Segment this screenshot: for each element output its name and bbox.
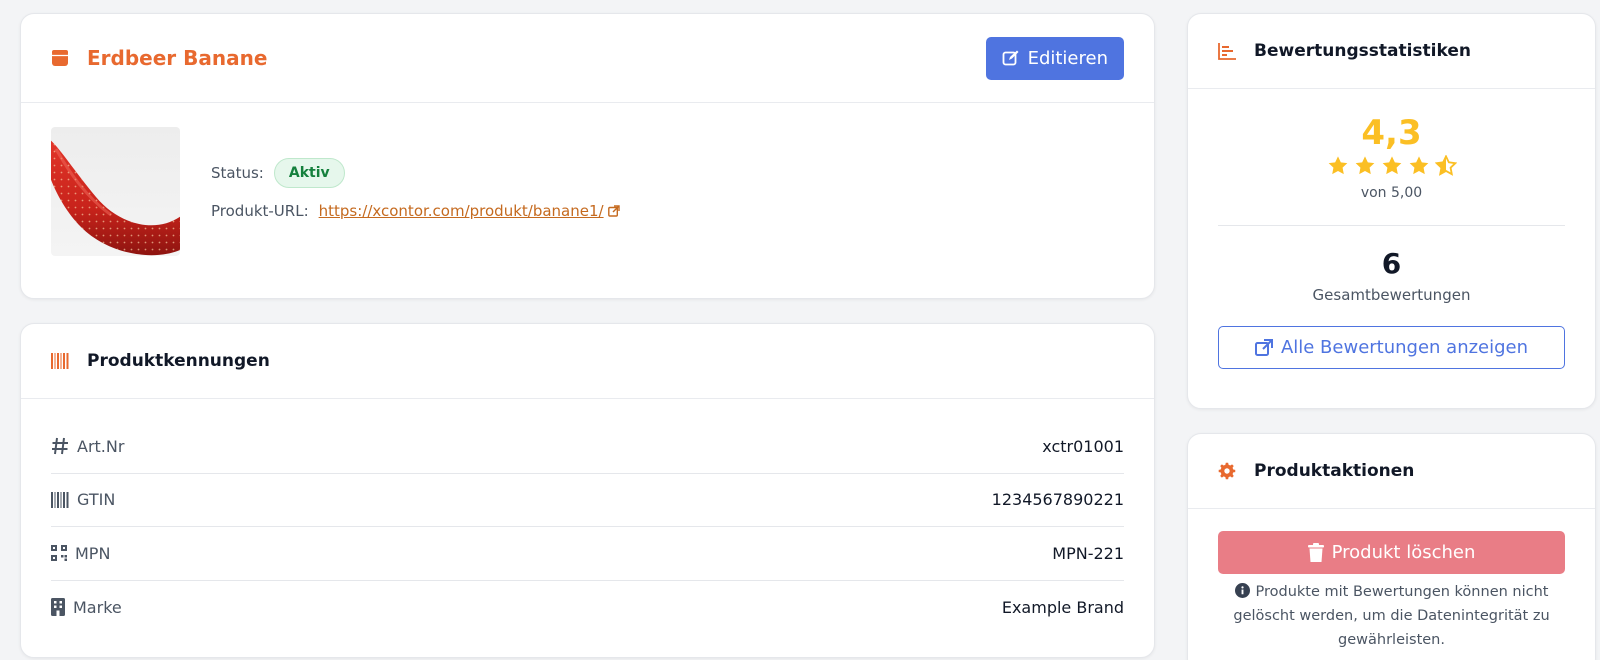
edit-button-label: Editieren <box>1027 47 1108 69</box>
identifiers-card-header: Produktkennungen <box>21 324 1154 399</box>
delete-hint: Produkte mit Bewertungen können nicht ge… <box>1218 580 1565 652</box>
hash-icon <box>51 437 69 455</box>
rating-stats-card: Bewertungsstatistiken 4,3 von 5,00 6 Ges… <box>1187 13 1596 409</box>
product-card-header: Erdbeer Banane Editieren <box>21 14 1154 103</box>
info-icon <box>1234 583 1250 598</box>
edit-button[interactable]: Editieren <box>985 36 1124 80</box>
status-row: Status: Aktiv <box>211 156 620 190</box>
identifier-label-wrap: GTIN <box>51 490 115 509</box>
total-reviews-count: 6 <box>1381 247 1402 280</box>
product-actions-card: Produktaktionen Produkt löschen Produkte… <box>1187 433 1596 660</box>
star-half-icon <box>1434 155 1457 177</box>
product-url-link[interactable]: https://xcontor.com/produkt/banane1/ <box>319 202 620 220</box>
identifier-row-artnr: Art.Nr xctr01001 <box>51 420 1124 474</box>
delete-hint-text: Produkte mit Bewertungen können nicht ge… <box>1233 584 1550 648</box>
identifiers-title: Produktkennungen <box>87 351 270 371</box>
star-icon <box>1408 155 1430 177</box>
identifiers-list: Art.Nr xctr01001 GTIN 1234567890221 MPN … <box>21 399 1154 634</box>
stats-divider <box>1218 225 1565 226</box>
chart-bar-icon <box>1218 42 1236 60</box>
rating-stats-title: Bewertungsstatistiken <box>1254 41 1471 61</box>
status-badge: Aktiv <box>273 158 345 188</box>
identifier-label: Marke <box>73 597 122 617</box>
edit-icon <box>1002 49 1020 67</box>
rating-stats-header: Bewertungsstatistiken <box>1188 14 1595 89</box>
external-link-icon <box>607 205 620 217</box>
view-all-reviews-button[interactable]: Alle Bewertungen anzeigen <box>1218 326 1565 369</box>
delete-product-button[interactable]: Produkt löschen <box>1218 531 1565 574</box>
product-title-wrap: Erdbeer Banane <box>51 46 267 70</box>
identifier-label: Art.Nr <box>77 436 125 456</box>
identifier-label-wrap: MPN <box>51 544 110 563</box>
identifiers-card: Produktkennungen Art.Nr xctr01001 GTIN 1… <box>20 323 1155 658</box>
product-info: Status: Aktiv Produkt-URL: https://xcont… <box>211 156 620 228</box>
url-label: Produkt-URL: <box>211 202 309 220</box>
identifier-label: GTIN <box>77 490 116 510</box>
star-icon <box>1381 155 1403 177</box>
strawberry-banana-image <box>51 140 180 256</box>
average-rating: 4,3 <box>1361 113 1422 153</box>
identifier-row-mpn: MPN MPN-221 <box>51 527 1124 581</box>
product-image[interactable] <box>51 127 180 256</box>
barcode-icon <box>51 491 69 508</box>
qrcode-icon <box>51 545 67 562</box>
product-body: Status: Aktiv Produkt-URL: https://xcont… <box>21 103 1154 298</box>
identifier-value: xctr01001 <box>1042 436 1124 456</box>
rating-scale-text: von 5,00 <box>1360 185 1423 201</box>
status-label: Status: <box>211 164 264 182</box>
product-card: Erdbeer Banane Editieren Status: Aktiv P… <box>20 13 1155 299</box>
delete-product-label: Produkt löschen <box>1331 542 1476 563</box>
rating-stats-body: 4,3 von 5,00 6 Gesamtbewertungen Alle Be… <box>1188 113 1595 369</box>
identifier-label-wrap: Art.Nr <box>51 437 124 456</box>
star-icon <box>1327 155 1349 177</box>
product-actions-header: Produktaktionen <box>1188 434 1595 509</box>
gear-icon <box>1218 462 1236 480</box>
identifier-value: 1234567890221 <box>991 490 1124 510</box>
external-link-icon <box>1254 338 1273 357</box>
trash-icon <box>1307 543 1324 562</box>
box-icon <box>51 49 69 67</box>
identifier-row-brand: Marke Example Brand <box>51 581 1124 635</box>
product-title: Erdbeer Banane <box>87 46 268 70</box>
url-row: Produkt-URL: https://xcontor.com/produkt… <box>211 194 620 228</box>
identifier-row-gtin: GTIN 1234567890221 <box>51 474 1124 527</box>
identifier-value: Example Brand <box>1001 597 1124 617</box>
view-all-reviews-label: Alle Bewertungen anzeigen <box>1280 337 1529 358</box>
identifier-label: MPN <box>75 543 111 563</box>
identifier-label-wrap: Marke <box>51 598 122 617</box>
building-icon <box>51 598 65 617</box>
barcode-icon <box>51 353 69 369</box>
product-url-text: https://xcontor.com/produkt/banane1/ <box>318 202 604 220</box>
product-actions-body: Produkt löschen Produkte mit Bewertungen… <box>1188 509 1595 652</box>
star-icon <box>1354 155 1376 177</box>
product-actions-title: Produktaktionen <box>1254 461 1415 481</box>
total-reviews-label: Gesamtbewertungen <box>1312 286 1471 304</box>
rating-stars <box>1218 155 1565 177</box>
identifier-value: MPN-221 <box>1052 543 1124 563</box>
